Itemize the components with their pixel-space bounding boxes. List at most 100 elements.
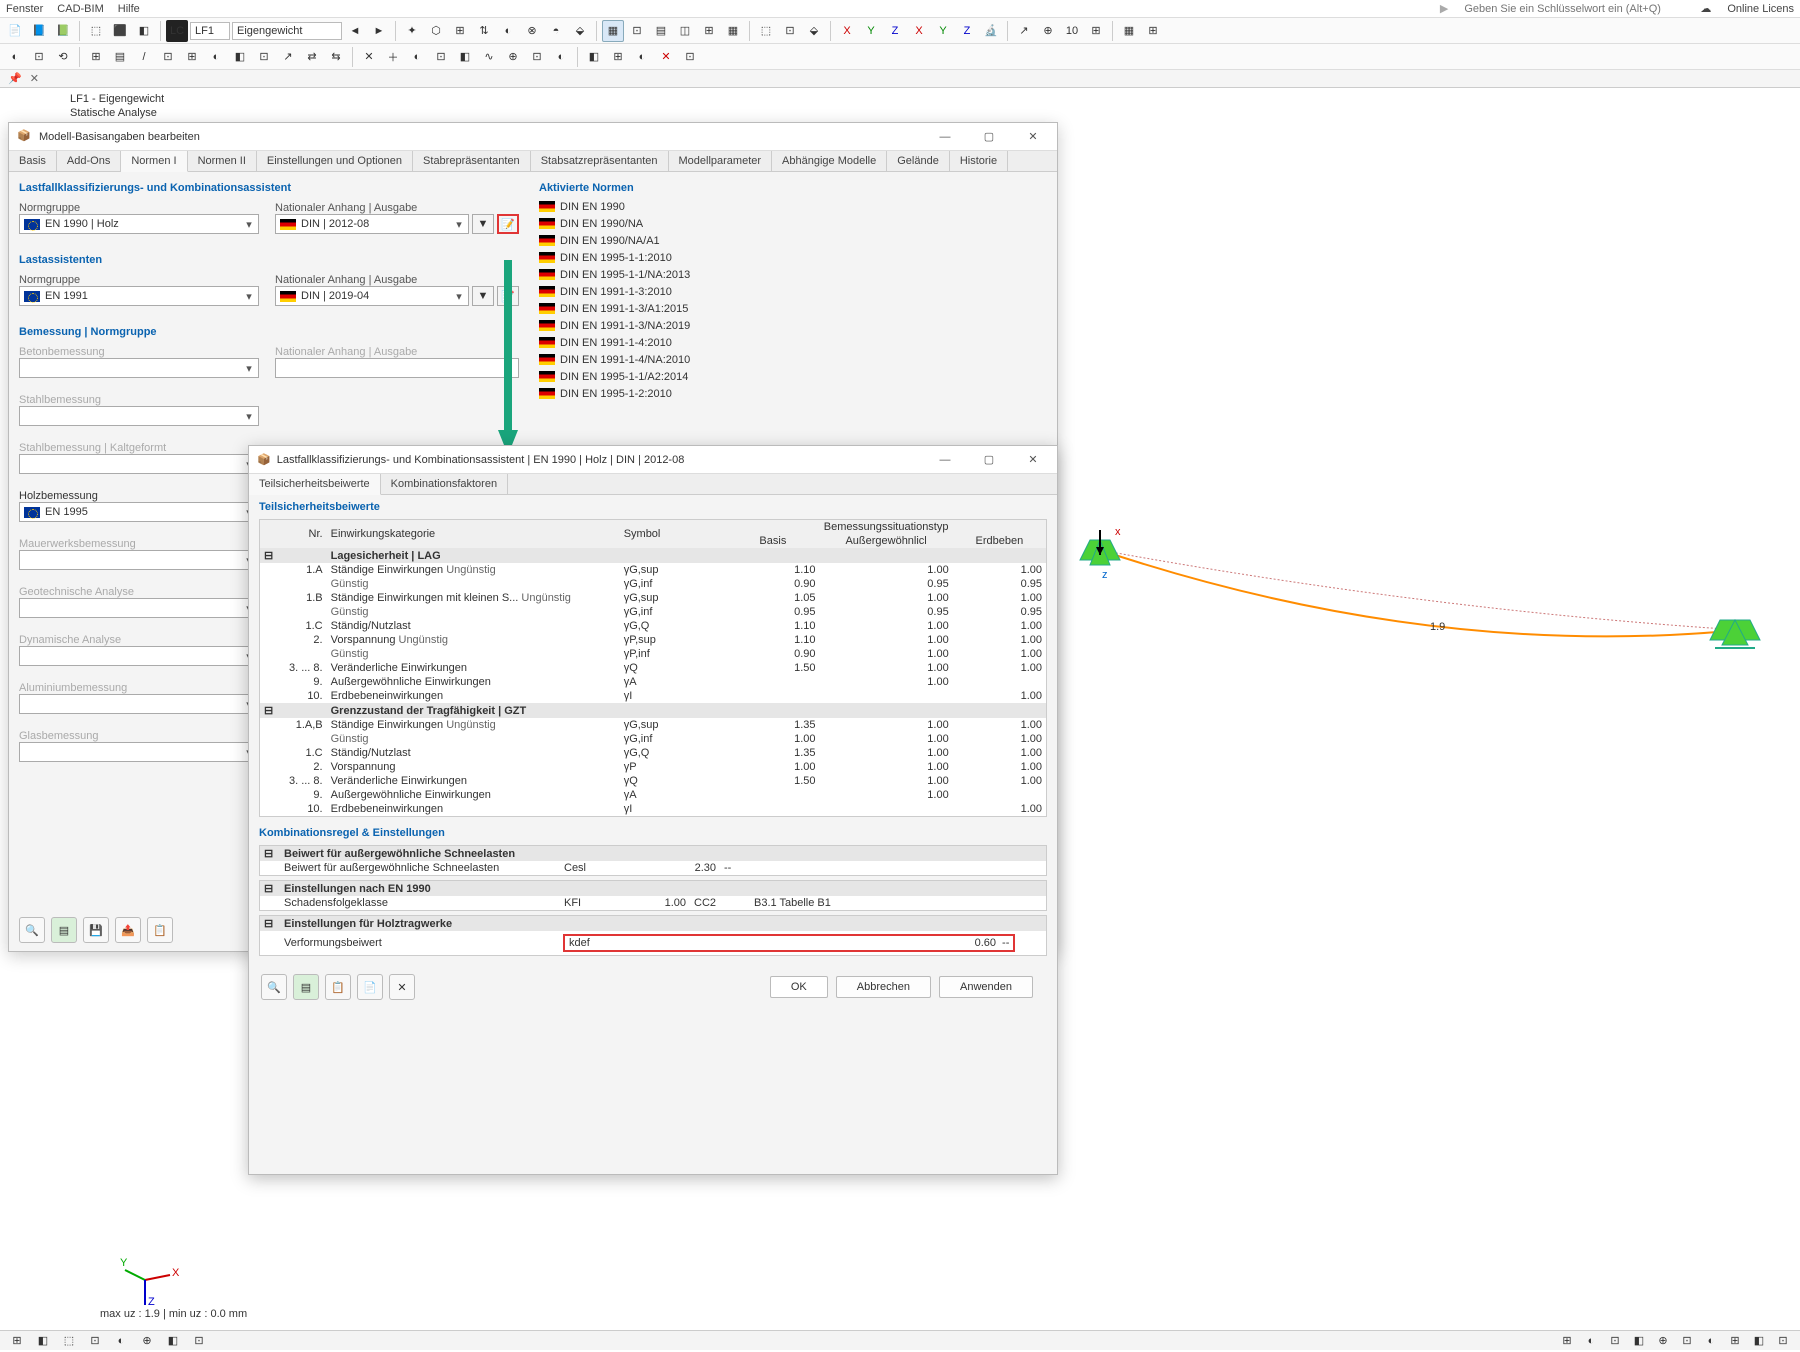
tool-icon[interactable]: ◧ [133, 20, 155, 42]
status-icon[interactable]: ◐ [1580, 1330, 1602, 1352]
tab-terrain[interactable]: Gelände [887, 151, 950, 171]
tool-icon[interactable]: ⊡ [157, 46, 179, 68]
status-icon[interactable]: ⊡ [1772, 1330, 1794, 1352]
axis-x-icon[interactable]: X [836, 20, 858, 42]
table-row[interactable]: 10.Erdbebeneinwirkungen γI1.00 [260, 802, 1046, 816]
tool-icon[interactable]: ◫ [674, 20, 696, 42]
status-icon[interactable]: ◧ [1628, 1330, 1650, 1352]
axis-z-icon[interactable]: Z [884, 20, 906, 42]
tool-icon[interactable]: ⊡ [679, 46, 701, 68]
table-row[interactable]: 1.AStändige Einwirkungen UngünstigγG,sup… [260, 563, 1046, 577]
tool-icon[interactable]: ⊞ [607, 46, 629, 68]
maximize-button[interactable]: ▢ [973, 127, 1005, 147]
status-icon[interactable]: ⊕ [136, 1330, 158, 1352]
safety-factors-table[interactable]: Nr. Einwirkungskategorie Symbol Bemessun… [259, 519, 1047, 817]
tool-icon[interactable]: ◐ [550, 46, 572, 68]
tool-icon[interactable]: ⬙ [803, 20, 825, 42]
norm-item[interactable]: DIN EN 1991-1-4:2010 [539, 334, 1047, 351]
copy-button[interactable]: 📋 [147, 917, 173, 943]
tool-icon[interactable]: ⬙ [569, 20, 591, 42]
combo-anhang2[interactable]: DIN | 2019-04▾ [275, 286, 469, 306]
axis-z-icon[interactable]: Z [956, 20, 978, 42]
table-row[interactable]: 1.BStändige Einwirkungen mit kleinen S..… [260, 591, 1046, 605]
status-icon[interactable]: ◐ [110, 1330, 132, 1352]
tool-icon[interactable]: ▤ [650, 20, 672, 42]
tool-icon[interactable]: ⊡ [626, 20, 648, 42]
close-tab-icon[interactable]: ✕ [30, 72, 39, 85]
tab-history[interactable]: Historie [950, 151, 1008, 171]
tool-icon[interactable]: ▦ [1118, 20, 1140, 42]
tool-icon[interactable]: ⬚ [755, 20, 777, 42]
table-row[interactable]: 3. ... 8.Veränderliche Einwirkungen γQ1.… [260, 774, 1046, 788]
tool-icon[interactable]: 📗 [52, 20, 74, 42]
table-row[interactable]: GünstigγG,inf1.001.001.00 [260, 732, 1046, 746]
table-row[interactable]: GünstigγG,inf0.950.950.95 [260, 605, 1046, 619]
norm-item[interactable]: DIN EN 1991-1-3:2010 [539, 283, 1047, 300]
close-button[interactable]: ✕ [1017, 127, 1049, 147]
save-button[interactable]: 💾 [83, 917, 109, 943]
norm-item[interactable]: DIN EN 1991-1-3/NA:2019 [539, 317, 1047, 334]
tool-icon[interactable]: ⬚ [85, 20, 107, 42]
tool-icon[interactable]: ⊞ [85, 46, 107, 68]
table-row[interactable]: 2.Vorspannung γP1.001.001.00 [260, 760, 1046, 774]
tool-icon[interactable]: ▦ [602, 20, 624, 42]
list-button[interactable]: ▤ [293, 974, 319, 1000]
lf-combo[interactable]: Eigengewicht [232, 22, 342, 40]
tool-icon[interactable]: ◧ [454, 46, 476, 68]
tool-icon[interactable]: ◐ [631, 46, 653, 68]
status-icon[interactable]: ⊡ [1604, 1330, 1626, 1352]
close-button[interactable]: ✕ [1017, 450, 1049, 470]
tool-icon[interactable]: ∿ [478, 46, 500, 68]
tab-addons[interactable]: Add-Ons [57, 151, 121, 171]
tab-stab[interactable]: Stabrepräsentanten [413, 151, 531, 171]
tool-icon[interactable]: / [133, 46, 155, 68]
status-icon[interactable]: ⊞ [6, 1330, 28, 1352]
menu-cadbim[interactable]: CAD-BIM [57, 3, 103, 15]
tool-icon[interactable]: LC [166, 20, 188, 42]
status-icon[interactable]: ⊡ [188, 1330, 210, 1352]
status-icon[interactable]: ⊕ [1652, 1330, 1674, 1352]
norm-item[interactable]: DIN EN 1991-1-4/NA:2010 [539, 351, 1047, 368]
tool-icon[interactable]: 🔬 [980, 20, 1002, 42]
tool-icon[interactable]: ✕ [655, 46, 677, 68]
tool-icon[interactable]: ↗ [277, 46, 299, 68]
tool-icon[interactable]: ⊡ [779, 20, 801, 42]
tool-icon[interactable]: ⇅ [473, 20, 495, 42]
list-button[interactable]: ▤ [51, 917, 77, 943]
tool-icon[interactable]: ⊕ [502, 46, 524, 68]
tab-normen1[interactable]: Normen I [121, 151, 187, 172]
tool-icon[interactable]: ◧ [583, 46, 605, 68]
document-tab[interactable]: 📌 ✕ [0, 70, 1800, 88]
status-icon[interactable]: ⊞ [1556, 1330, 1578, 1352]
maximize-button[interactable]: ▢ [973, 450, 1005, 470]
tool-icon[interactable]: ⊗ [521, 20, 543, 42]
status-icon[interactable]: ⊡ [1676, 1330, 1698, 1352]
tab-settings[interactable]: Einstellungen und Optionen [257, 151, 413, 171]
tool-icon[interactable]: ◐ [497, 20, 519, 42]
filter-button[interactable]: ▼ [472, 286, 494, 306]
status-icon[interactable]: ◐ [1700, 1330, 1722, 1352]
pin-icon[interactable]: 📌 [8, 72, 22, 85]
tool-icon[interactable]: ◧ [229, 46, 251, 68]
delete-button[interactable]: ✕ [389, 974, 415, 1000]
norm-item[interactable]: DIN EN 1991-1-3/A1:2015 [539, 300, 1047, 317]
paste-button[interactable]: 📄 [357, 974, 383, 1000]
tool-icon[interactable]: ⊞ [449, 20, 471, 42]
tool-icon[interactable]: ⊞ [181, 46, 203, 68]
cancel-button[interactable]: Abbrechen [836, 976, 931, 998]
tool-icon[interactable]: 📄 [4, 20, 26, 42]
table-row[interactable]: 10.Erdbebeneinwirkungen γI1.00 [260, 689, 1046, 703]
menu-fenster[interactable]: Fenster [6, 3, 43, 15]
norm-item[interactable]: DIN EN 1995-1-1/A2:2014 [539, 368, 1047, 385]
norm-item[interactable]: DIN EN 1990/NA [539, 215, 1047, 232]
export-button[interactable]: 📤 [115, 917, 141, 943]
tool-icon[interactable]: ＋ [382, 46, 404, 68]
edit-params-button[interactable]: 📝 [497, 286, 519, 306]
tool-icon[interactable]: ▤ [109, 46, 131, 68]
table-row[interactable]: GünstigγG,inf0.900.950.95 [260, 577, 1046, 591]
arrow-right-icon[interactable]: ► [368, 20, 390, 42]
combo-norm1[interactable]: EN 1990 | Holz▾ [19, 214, 259, 234]
norm-item[interactable]: DIN EN 1990/NA/A1 [539, 232, 1047, 249]
tool-icon[interactable]: ⊡ [526, 46, 548, 68]
norm-item[interactable]: DIN EN 1995-1-1/NA:2013 [539, 266, 1047, 283]
